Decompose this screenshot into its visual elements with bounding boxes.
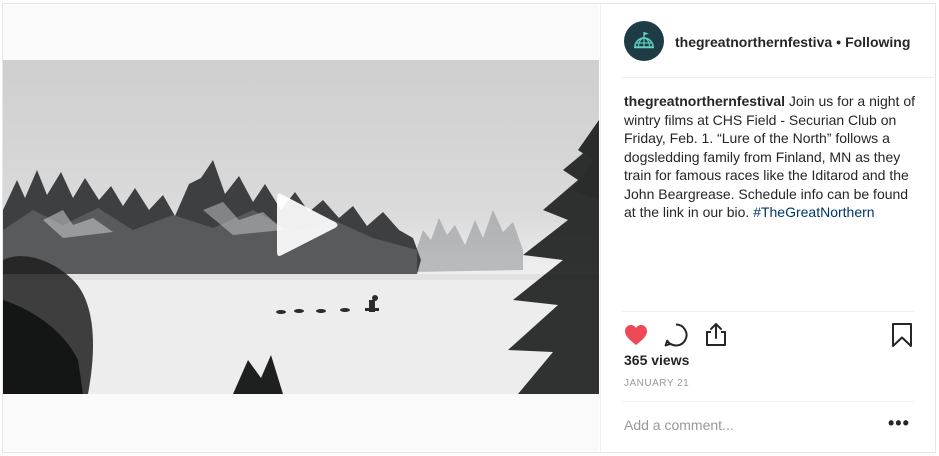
play-icon[interactable] — [271, 190, 341, 260]
caption-username-link[interactable]: thegreatnorthernfestival — [624, 93, 785, 109]
caption-text: Join us for a night of wintry films at C… — [624, 93, 916, 220]
more-options-icon[interactable]: ••• — [888, 414, 910, 432]
post-caption: thegreatnorthernfestival Join us for a n… — [624, 92, 916, 222]
bookmark-icon[interactable] — [888, 321, 916, 349]
comment-input[interactable]: Add a comment... — [624, 417, 864, 433]
post-date[interactable]: JANUARY 21 — [624, 378, 689, 389]
video-player[interactable] — [3, 60, 599, 394]
comment-icon[interactable] — [662, 321, 690, 349]
view-count[interactable]: 365 views — [624, 352, 689, 368]
hashtag-link[interactable]: #TheGreatNorthern — [753, 204, 874, 220]
heart-icon[interactable] — [622, 321, 650, 349]
post-header: thegreatnorthernfestiva • Following — [622, 4, 934, 78]
username-link[interactable]: thegreatnorthernfestiva — [675, 34, 832, 50]
post-sidebar: thegreatnorthernfestiva • Following thegre… — [600, 4, 934, 452]
globe-flag-icon — [634, 32, 654, 49]
avatar[interactable] — [624, 21, 664, 61]
post-author-line: thegreatnorthernfestiva • Following — [675, 34, 937, 50]
action-bar — [622, 311, 914, 357]
comment-bar: Add a comment... ••• — [622, 401, 914, 452]
share-icon[interactable] — [702, 321, 730, 349]
separator-dot: • — [836, 34, 842, 50]
following-button[interactable]: Following — [845, 34, 910, 50]
media-column — [3, 4, 599, 452]
